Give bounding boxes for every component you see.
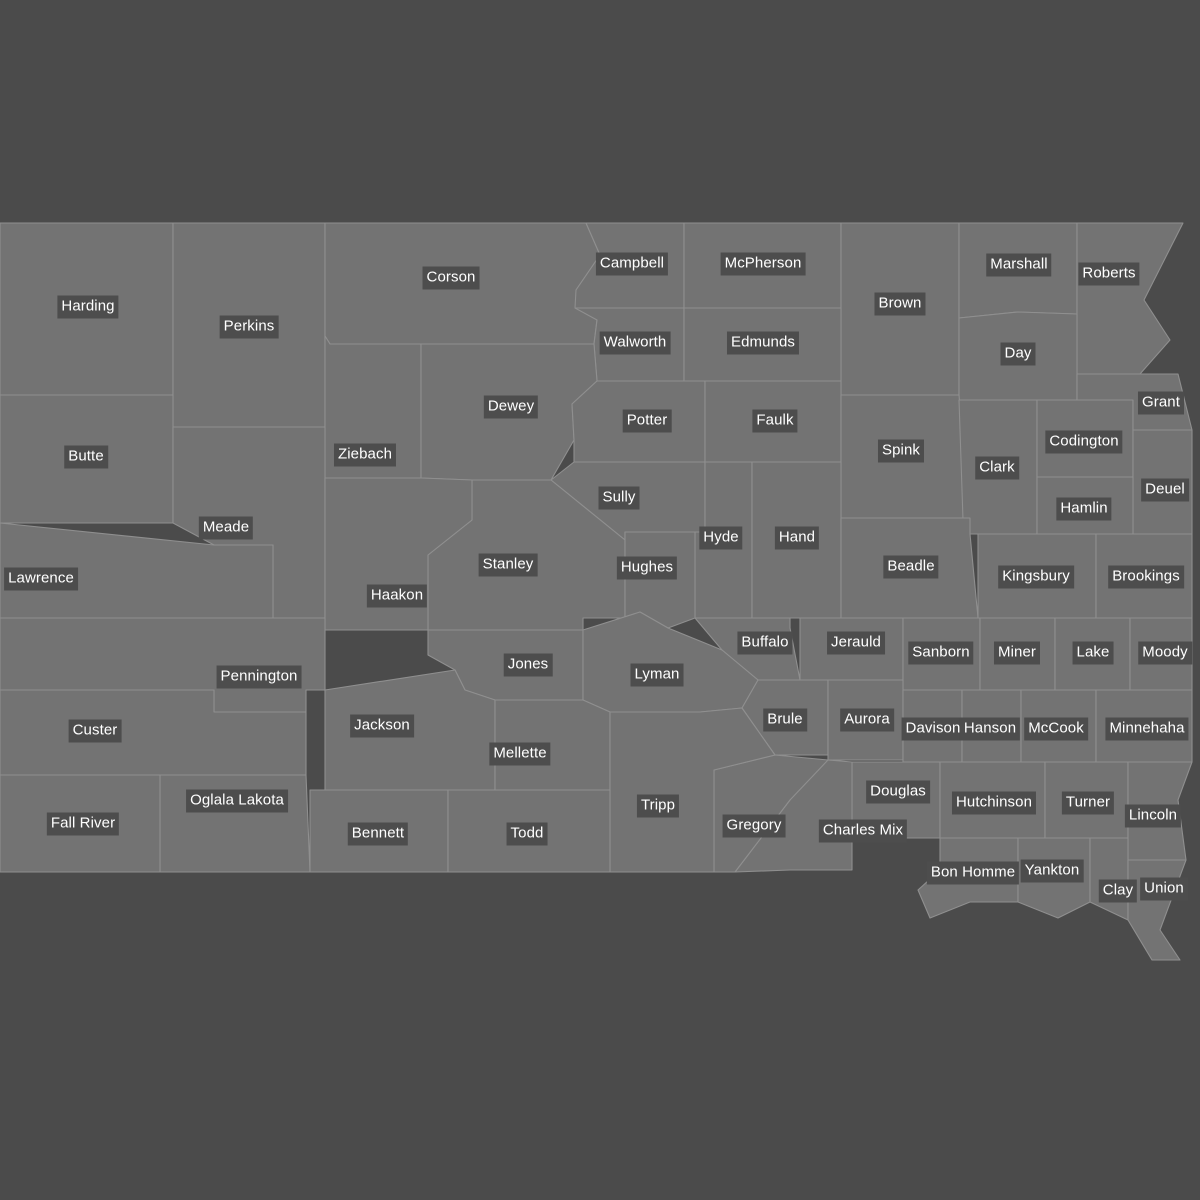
county-label-buffalo[interactable]: Buffalo (737, 631, 793, 655)
county-label-oglala-lakota[interactable]: Oglala Lakota (186, 789, 288, 813)
county-label-haakon[interactable]: Haakon (366, 584, 428, 608)
county-label-moody[interactable]: Moody (1138, 641, 1192, 665)
county-label-edmunds[interactable]: Edmunds (726, 331, 800, 355)
county-label-brookings[interactable]: Brookings (1108, 565, 1184, 589)
county-label-sanborn[interactable]: Sanborn (908, 641, 974, 665)
county-label-aurora[interactable]: Aurora (840, 708, 894, 732)
county-label-mccook[interactable]: McCook (1024, 717, 1088, 741)
county-label-jones[interactable]: Jones (503, 653, 553, 677)
county-label-hutchinson[interactable]: Hutchinson (951, 791, 1037, 815)
county-label-pennington[interactable]: Pennington (216, 665, 302, 689)
county-label-codington[interactable]: Codington (1045, 430, 1123, 454)
county-label-lincoln[interactable]: Lincoln (1124, 804, 1182, 828)
county-label-gregory[interactable]: Gregory (722, 814, 786, 838)
county-label-davison[interactable]: Davison (901, 717, 965, 741)
county-label-corson[interactable]: Corson (422, 266, 480, 290)
county-label-brule[interactable]: Brule (763, 708, 807, 732)
county-label-turner[interactable]: Turner (1061, 791, 1115, 815)
county-label-tripp[interactable]: Tripp (636, 794, 680, 818)
county-label-day[interactable]: Day (1000, 342, 1036, 366)
county-label-hamlin[interactable]: Hamlin (1056, 497, 1112, 521)
county-label-miner[interactable]: Miner (993, 641, 1041, 665)
county-label-lake[interactable]: Lake (1072, 641, 1114, 665)
county-label-minnehaha[interactable]: Minnehaha (1105, 717, 1189, 741)
county-label-campbell[interactable]: Campbell (595, 252, 669, 276)
county-label-spink[interactable]: Spink (877, 439, 925, 463)
county-label-lyman[interactable]: Lyman (630, 663, 684, 687)
county-label-bennett[interactable]: Bennett (347, 822, 409, 846)
county-label-meade[interactable]: Meade (198, 516, 254, 540)
county-label-stanley[interactable]: Stanley (478, 553, 538, 577)
county-label-mellette[interactable]: Mellette (489, 742, 551, 766)
county-label-fall-river[interactable]: Fall River (46, 812, 120, 836)
county-label-custer[interactable]: Custer (68, 719, 122, 743)
county-label-lawrence[interactable]: Lawrence (4, 567, 78, 591)
county-label-harding[interactable]: Harding (57, 295, 119, 319)
county-label-clay[interactable]: Clay (1098, 879, 1138, 903)
county-label-walworth[interactable]: Walworth (599, 331, 671, 355)
county-label-clark[interactable]: Clark (975, 456, 1019, 480)
county-label-potter[interactable]: Potter (622, 409, 672, 433)
county-label-charles-mix[interactable]: Charles Mix (818, 819, 908, 843)
county-label-butte[interactable]: Butte (64, 445, 108, 469)
county-label-kingsbury[interactable]: Kingsbury (998, 565, 1074, 589)
county-label-hughes[interactable]: Hughes (616, 556, 678, 580)
county-label-hanson[interactable]: Hanson (959, 717, 1021, 741)
county-label-perkins[interactable]: Perkins (219, 315, 279, 339)
county-label-union[interactable]: Union (1140, 877, 1188, 901)
county-label-bon-homme[interactable]: Bon Homme (926, 861, 1020, 885)
county-label-beadle[interactable]: Beadle (883, 555, 939, 579)
county-label-douglas[interactable]: Douglas (866, 780, 930, 804)
county-label-hyde[interactable]: Hyde (699, 526, 743, 550)
county-label-sully[interactable]: Sully (598, 486, 640, 510)
county-label-jerauld[interactable]: Jerauld (827, 631, 885, 655)
county-label-brown[interactable]: Brown (874, 292, 926, 316)
county-label-ziebach[interactable]: Ziebach (333, 443, 397, 467)
county-label-deuel[interactable]: Deuel (1141, 478, 1189, 502)
county-label-grant[interactable]: Grant (1137, 391, 1185, 415)
county-label-hand[interactable]: Hand (774, 526, 820, 550)
county-label-yankton[interactable]: Yankton (1020, 859, 1084, 883)
county-label-marshall[interactable]: Marshall (986, 253, 1052, 277)
county-labels-layer: Harding Perkins Corson Campbell McPherson Bro… (0, 0, 1200, 1200)
county-label-jackson[interactable]: Jackson (350, 714, 414, 738)
county-label-mcpherson[interactable]: McPherson (720, 252, 806, 276)
county-label-dewey[interactable]: Dewey (483, 395, 539, 419)
map-canvas: Harding Perkins Corson Campbell McPherson Bro… (0, 0, 1200, 1200)
county-label-todd[interactable]: Todd (506, 822, 548, 846)
county-label-faulk[interactable]: Faulk (752, 409, 798, 433)
county-label-roberts[interactable]: Roberts (1078, 262, 1140, 286)
